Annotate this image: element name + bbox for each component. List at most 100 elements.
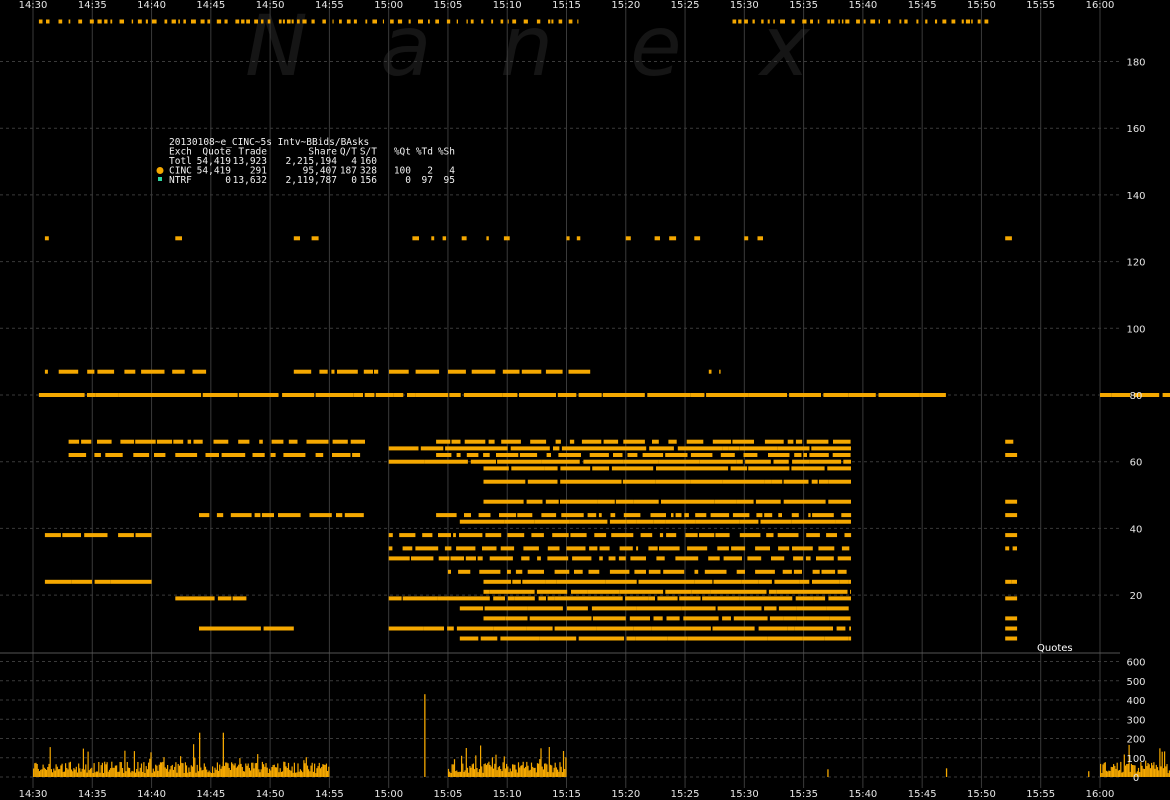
quote-bar xyxy=(216,762,218,777)
quote-bar xyxy=(123,772,125,777)
price-level-mark xyxy=(569,439,575,444)
quote-bar xyxy=(112,767,114,777)
quote-bar xyxy=(488,761,490,777)
price-level-mark xyxy=(830,19,835,24)
price-level-mark xyxy=(216,19,222,24)
quote-bar xyxy=(1161,751,1163,777)
x-tick-label-top: 14:30 xyxy=(19,0,48,11)
price-level-mark xyxy=(484,606,528,611)
price-level-mark xyxy=(364,393,375,397)
quote-bar xyxy=(261,761,263,777)
price-level-mark xyxy=(758,626,788,631)
price-level-mark xyxy=(58,369,79,374)
quote-bar xyxy=(1153,762,1155,777)
quote-bar xyxy=(1127,764,1129,777)
x-tick-label-top: 14:50 xyxy=(256,0,285,11)
price-level-mark xyxy=(685,533,698,538)
price-level-mark xyxy=(586,479,622,484)
price-level-mark xyxy=(502,393,518,397)
quote-bar xyxy=(223,765,226,777)
price-level-mark xyxy=(465,556,476,561)
quote-bar xyxy=(298,771,300,777)
quote-bar xyxy=(1165,766,1167,777)
price-level-mark xyxy=(648,546,658,551)
quote-bar xyxy=(68,762,70,777)
quote-bar xyxy=(132,771,134,777)
quote-bar xyxy=(119,762,121,777)
price-level-mark xyxy=(625,236,631,241)
quote-bar xyxy=(1120,761,1122,777)
price-level-mark xyxy=(527,569,544,574)
quote-bar xyxy=(1114,765,1116,777)
price-level-mark xyxy=(436,513,457,518)
price-level-mark xyxy=(780,19,785,24)
price-level-mark xyxy=(657,596,678,601)
price-level-mark xyxy=(792,546,813,551)
price-level-mark xyxy=(523,19,528,24)
quote-bar xyxy=(40,769,42,777)
quote-bar xyxy=(197,771,199,777)
quote-bar xyxy=(506,763,508,777)
quote-bar xyxy=(1108,770,1110,777)
price-level-mark xyxy=(488,439,495,444)
price-level-mark xyxy=(507,19,509,24)
quote-bar xyxy=(478,769,480,777)
quotes-panel-label: Quotes xyxy=(1037,643,1073,654)
watermark-letter: x xyxy=(757,0,811,95)
price-level-mark xyxy=(717,606,762,611)
price-level-mark xyxy=(622,479,643,484)
price-level-mark xyxy=(363,369,373,374)
price-level-mark xyxy=(806,533,820,538)
price-level-mark xyxy=(809,459,820,464)
price-level-mark xyxy=(802,19,807,24)
quote-bar xyxy=(1121,772,1123,777)
quote-bar xyxy=(193,744,195,777)
price-level-mark xyxy=(1005,626,1018,631)
price-level-mark xyxy=(793,569,802,574)
price-level-mark xyxy=(699,466,729,471)
quote-bar xyxy=(449,771,451,777)
quote-bar xyxy=(548,747,550,777)
quote-bar xyxy=(1164,751,1166,777)
price-level-mark xyxy=(536,589,568,594)
quote-bar xyxy=(206,769,208,777)
price-level-mark xyxy=(1011,579,1017,584)
price-level-mark xyxy=(794,453,802,457)
price-level-mark xyxy=(589,453,609,457)
price-level-mark xyxy=(515,569,523,574)
price-level-mark xyxy=(1005,533,1018,538)
quote-bar xyxy=(1101,773,1103,777)
quote-bar xyxy=(462,763,464,777)
quote-bar xyxy=(143,762,145,777)
price-level-mark xyxy=(1012,546,1017,551)
legend-marker-cinc xyxy=(156,167,164,174)
price-level-mark xyxy=(671,513,674,518)
price-level-mark xyxy=(597,499,615,504)
price-level-mark xyxy=(548,19,551,24)
price-level-mark xyxy=(757,236,763,241)
price-level-mark xyxy=(407,393,416,397)
quote-bar xyxy=(503,756,505,777)
watermark: Nanex xyxy=(245,0,811,95)
price-level-mark xyxy=(191,19,196,24)
quote-bar xyxy=(520,765,522,777)
quote-bar xyxy=(107,771,109,777)
price-level-mark xyxy=(919,393,946,397)
quote-bar xyxy=(102,773,105,777)
price-level-mark xyxy=(744,19,748,24)
price-level-mark xyxy=(656,556,665,561)
price-level-mark xyxy=(1111,393,1131,397)
price-level-mark xyxy=(137,19,142,24)
price-level-mark xyxy=(806,606,827,611)
price-level-mark xyxy=(589,546,598,551)
x-tick-label-bottom: 15:35 xyxy=(789,789,818,800)
y-tick-label: 120 xyxy=(1126,258,1145,269)
price-level-mark xyxy=(591,606,637,611)
price-level-mark xyxy=(778,606,797,611)
price-level-mark xyxy=(666,616,680,621)
quote-bar xyxy=(305,757,307,777)
quote-bar xyxy=(515,769,517,777)
quote-bar xyxy=(161,762,163,777)
price-level-mark xyxy=(836,626,846,631)
x-tick-label-top: 15:10 xyxy=(493,0,522,11)
